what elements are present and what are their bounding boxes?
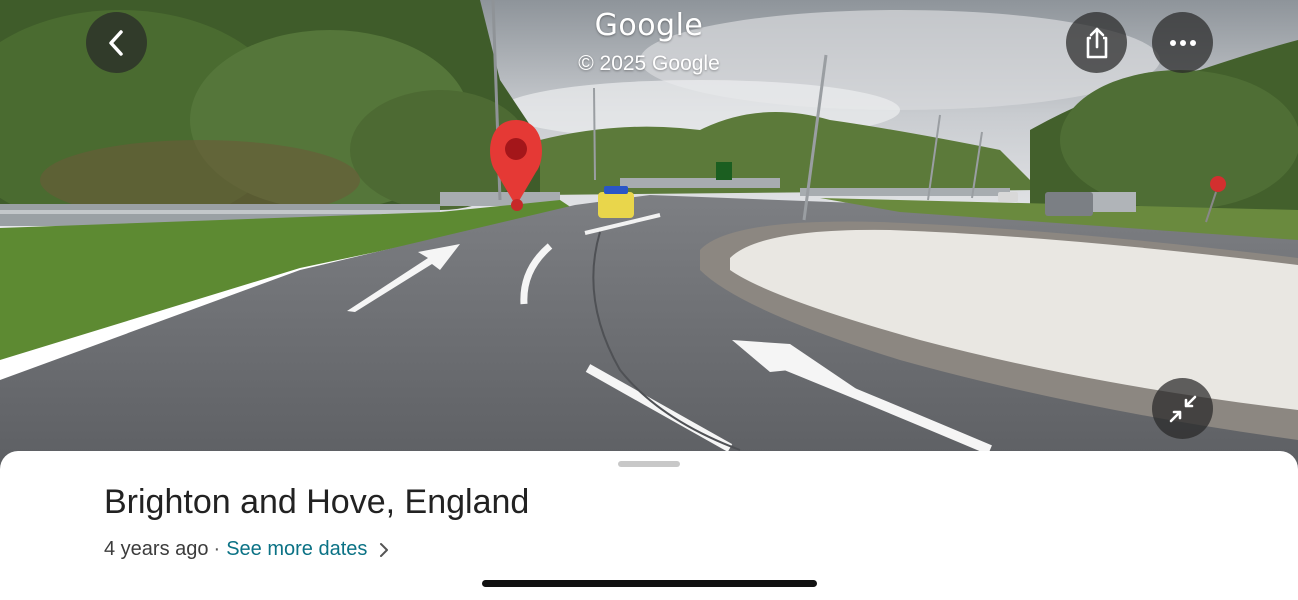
- capture-date-row: 4 years ago · See more dates: [104, 538, 389, 561]
- place-info-sheet[interactable]: Brighton and Hove, England 4 years ago ·…: [0, 451, 1298, 600]
- share-icon: [1086, 27, 1107, 58]
- back-button[interactable]: [86, 12, 147, 73]
- separator-dot: ·: [213, 538, 221, 560]
- more-options-button[interactable]: [1152, 12, 1213, 73]
- place-title: Brighton and Hove, England: [104, 483, 530, 521]
- share-button[interactable]: [1066, 12, 1127, 73]
- collapse-view-button[interactable]: [1152, 378, 1213, 439]
- more-horizontal-icon: [1169, 39, 1196, 46]
- chevron-left-icon: [108, 29, 123, 56]
- chevron-right-icon[interactable]: [379, 542, 389, 558]
- collapse-arrows-icon: [1169, 395, 1196, 422]
- capture-age: 4 years ago: [104, 538, 209, 560]
- sheet-drag-handle[interactable]: [618, 461, 680, 467]
- see-more-dates-link[interactable]: See more dates: [226, 538, 367, 561]
- home-indicator[interactable]: [482, 580, 817, 587]
